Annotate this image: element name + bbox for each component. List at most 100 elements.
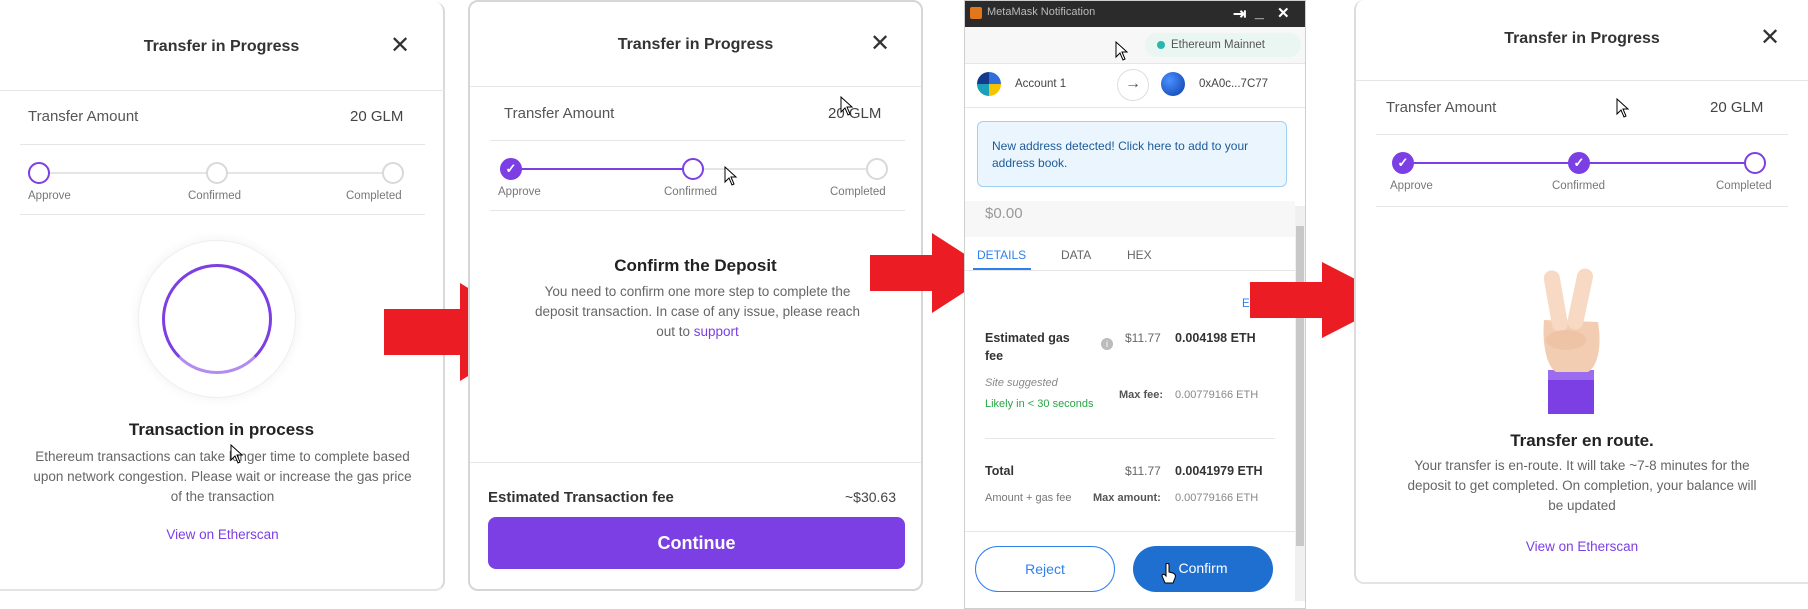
transfer-dialog-en-route: Transfer in Progress ✕ Transfer Amount 2… — [1354, 0, 1808, 584]
continue-button[interactable]: Continue — [488, 517, 905, 569]
step-completed-label: Completed — [346, 190, 402, 202]
dialog-title: Transfer in Progress — [617, 36, 774, 53]
close-icon[interactable]: ✕ — [1760, 26, 1780, 50]
step-confirmed-label: Confirmed — [664, 186, 718, 198]
step-approve-label: Approve — [28, 190, 71, 202]
network-status-icon — [1157, 40, 1165, 49]
from-account[interactable]: Account 1 — [1015, 78, 1066, 90]
max-fee-value: 0.00779166 ETH — [1175, 389, 1259, 401]
transfer-amount-value: 20 GLM — [1710, 99, 1764, 116]
step-confirmed-node: ✓ — [1568, 152, 1590, 174]
step-approve-node — [28, 162, 50, 184]
route-description: Your transfer is en-route. It will take … — [1376, 456, 1788, 516]
gas-fee-usd: $11.77 — [1125, 331, 1161, 345]
tab-hex[interactable]: HEX — [1127, 248, 1152, 262]
route-title: Transfer en route. — [1510, 431, 1654, 450]
status-line: upon network congestion. Please wait or … — [33, 469, 412, 484]
gas-fee-eth: 0.004198 ETH — [1175, 331, 1256, 345]
likely-time-label: Likely in < 30 seconds — [985, 398, 1094, 410]
dialog-title: Transfer in Progress — [143, 38, 300, 55]
mouse-cursor-icon — [1616, 98, 1630, 118]
gas-fee-label-line: fee — [985, 349, 1004, 363]
max-fee-label: Max fee: — [1119, 389, 1164, 401]
close-icon[interactable]: ✕ — [390, 34, 410, 58]
divider — [490, 210, 905, 211]
new-address-notice[interactable]: New address detected! Click here to add … — [977, 121, 1287, 187]
divider — [20, 144, 425, 145]
support-link[interactable]: support — [694, 324, 739, 339]
step-completed-label: Completed — [1716, 180, 1772, 192]
peace-hand-icon — [1543, 268, 1600, 414]
divider — [1356, 80, 1808, 81]
gas-fee-label-line: Estimated gas — [985, 331, 1070, 345]
total-label: Total — [985, 464, 1014, 478]
divider — [470, 86, 921, 87]
transfer-amount-label: Transfer Amount — [28, 108, 139, 125]
amount-gas-label: Amount + gas fee — [985, 492, 1072, 504]
step-confirmed-node — [682, 158, 704, 180]
pin-icon[interactable]: ⇥ — [1233, 4, 1246, 24]
step-approve-label: Approve — [498, 186, 541, 198]
tab-details[interactable]: DETAILS — [977, 248, 1026, 262]
loading-spinner — [138, 240, 296, 398]
fee-value: ~$30.63 — [845, 489, 896, 505]
info-icon[interactable]: i — [1101, 338, 1113, 350]
divider — [985, 438, 1275, 439]
hand-cursor-icon — [1161, 563, 1176, 584]
step-completed-node — [382, 162, 404, 184]
transfer-amount-value: 20 GLM — [350, 108, 404, 125]
view-on-etherscan-link[interactable]: View on Etherscan — [0, 525, 445, 545]
step-confirmed-label: Confirmed — [1552, 180, 1606, 192]
divider — [965, 270, 1295, 271]
network-selector[interactable]: Ethereum Mainnet — [1145, 33, 1301, 57]
divider — [1376, 206, 1788, 207]
window-title: MetaMask Notification — [987, 6, 1096, 18]
mouse-cursor-icon — [724, 166, 738, 186]
gas-fee-label: Estimated gas fee — [985, 331, 1070, 363]
view-on-etherscan-link[interactable]: View on Etherscan — [1356, 537, 1808, 557]
step-approve-node: ✓ — [500, 158, 522, 180]
amount-value: $0.00 — [985, 205, 1023, 222]
confirm-title: Confirm the Deposit — [614, 256, 777, 275]
tab-data[interactable]: DATA — [1061, 248, 1091, 262]
stepper-progress — [510, 168, 690, 170]
step-completed-label: Completed — [830, 186, 886, 198]
close-window-icon[interactable]: ✕ — [1277, 4, 1290, 22]
max-amount-value: 0.00779166 ETH — [1175, 492, 1259, 504]
step-confirmed-label: Confirmed — [188, 190, 242, 202]
status-line: of the transaction — [170, 489, 275, 504]
close-icon[interactable]: ✕ — [870, 32, 890, 56]
confirm-button[interactable]: Confirm — [1133, 546, 1273, 592]
reject-button[interactable]: Reject — [975, 546, 1115, 592]
confirm-line: You need to confirm one more step to com… — [544, 284, 851, 299]
metamask-logo-icon — [970, 7, 982, 19]
window-titlebar: MetaMask Notification ⇥ _ ✕ — [965, 1, 1305, 27]
divider — [490, 140, 905, 141]
minimize-icon[interactable]: _ — [1255, 4, 1264, 22]
step-approve-label: Approve — [1390, 180, 1433, 192]
mouse-cursor-icon — [1115, 41, 1129, 61]
total-eth: 0.0041979 ETH — [1175, 464, 1263, 478]
divider — [965, 531, 1295, 532]
divider — [470, 462, 921, 463]
progress-stepper: ✓ ✓ Approve Confirmed Completed — [1376, 140, 1796, 200]
arrow-right-icon: → — [1117, 69, 1149, 101]
transfer-amount-value: 20 GLM — [828, 105, 882, 122]
dialog-title: Transfer in Progress — [1504, 30, 1660, 47]
total-usd: $11.77 — [1125, 464, 1161, 478]
divider — [20, 214, 425, 215]
confirm-line-text: out to — [656, 324, 690, 339]
fee-label: Estimated Transaction fee — [488, 489, 674, 506]
progress-stepper: Approve Confirmed Completed — [20, 150, 420, 210]
to-account[interactable]: 0xA0c...7C77 — [1199, 78, 1268, 90]
confirm-description: You need to confirm one more step to com… — [490, 282, 905, 342]
network-name: Ethereum Mainnet — [1171, 39, 1265, 51]
route-line: Your transfer is en-route. It will take … — [1414, 458, 1750, 473]
mouse-cursor-icon — [230, 444, 244, 464]
divider — [965, 63, 1305, 64]
transfer-amount-label: Transfer Amount — [1386, 99, 1497, 116]
transfer-dialog-confirm: Transfer in Progress ✕ Transfer Amount 2… — [468, 0, 923, 591]
site-suggested-label: Site suggested — [985, 377, 1058, 389]
status-title: Transaction in process — [128, 420, 315, 439]
progress-stepper: ✓ Approve Confirmed Completed — [490, 146, 910, 206]
